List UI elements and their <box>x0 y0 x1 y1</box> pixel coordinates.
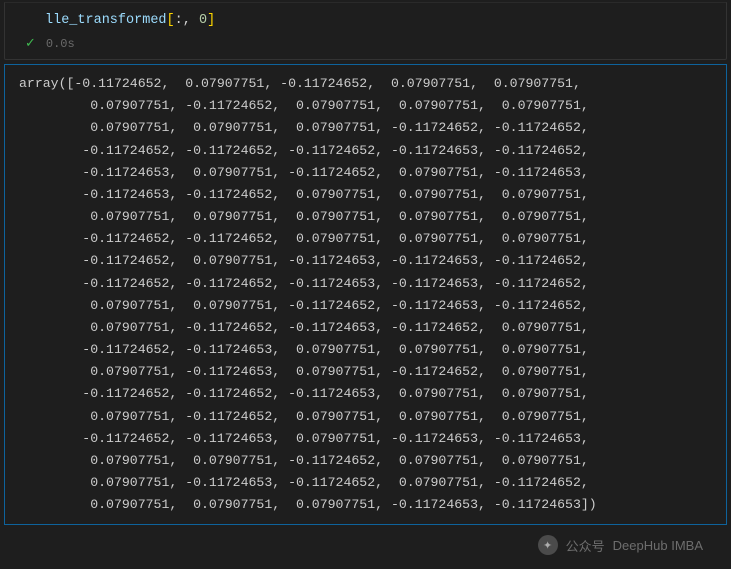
code-index: 0 <box>199 13 207 28</box>
cell-output[interactable]: array([-0.11724652, 0.07907751, -0.11724… <box>4 64 727 525</box>
open-bracket: [ <box>167 13 175 28</box>
execution-status-row: ✓ 0.0s <box>5 32 726 59</box>
slice-colon: : <box>175 13 183 28</box>
code-input-area[interactable]: lle_transformed[:, 0] <box>5 3 726 32</box>
check-icon: ✓ <box>25 36 36 51</box>
notebook-cell: ⋮ lle_transformed[:, 0] ✓ 0.0s <box>4 2 727 60</box>
watermark: ✦ 公众号 DeepHub IMBA <box>538 535 703 555</box>
code-line: lle_transformed[:, 0] <box>45 13 215 28</box>
close-bracket: ] <box>207 13 215 28</box>
wechat-icon: ✦ <box>538 535 558 555</box>
execution-time: 0.0s <box>46 37 75 51</box>
code-comma: , <box>183 13 199 28</box>
watermark-text: DeepHub IMBA <box>613 538 703 553</box>
code-identifier: lle_transformed <box>45 13 167 28</box>
watermark-prefix: 公众号 <box>566 536 605 555</box>
